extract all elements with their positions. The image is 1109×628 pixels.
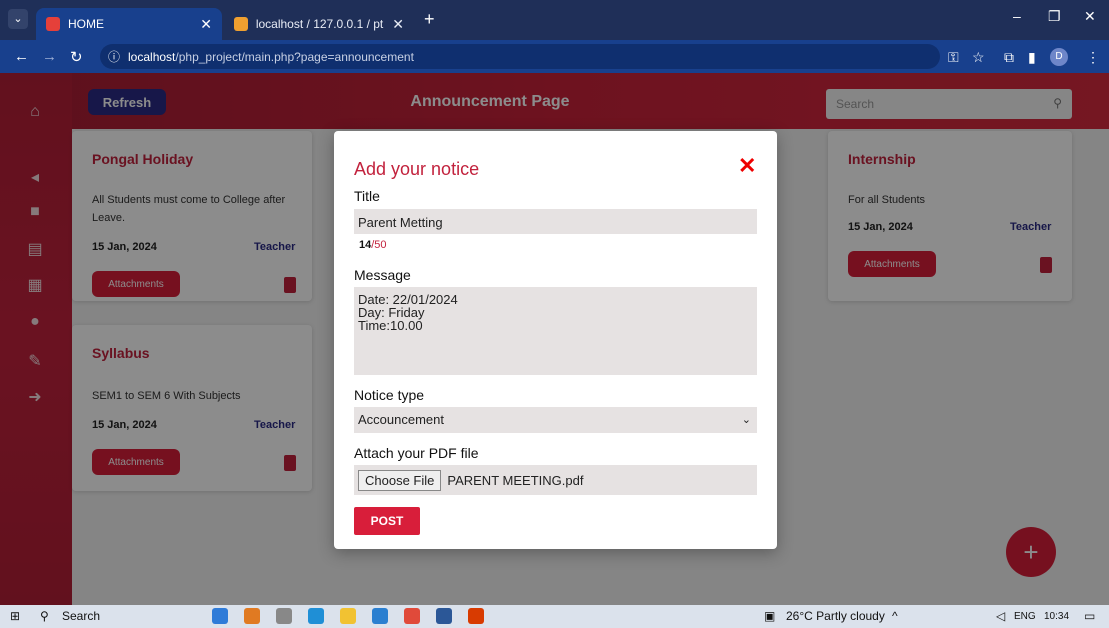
post-button[interactable]: POST [354,507,420,535]
chrome-icon[interactable] [404,608,420,624]
back-icon[interactable]: ← [14,48,29,65]
extensions-icon[interactable]: ⧉ [1004,49,1014,66]
clock[interactable]: 10:34 [1044,611,1069,622]
weather-icon[interactable]: ▣ [764,609,775,623]
phpmyadmin-favicon-icon [234,17,248,31]
app-icon[interactable] [212,608,228,624]
weather-text[interactable]: 26°C Partly cloudy [786,609,885,623]
tab-label: localhost / 127.0.0.1 / ptp / cha [255,17,384,31]
forward-icon[interactable]: → [42,48,57,65]
minimize-icon[interactable]: – [1013,8,1021,24]
char-count: 14 [359,239,372,251]
char-counter: 14/50 [359,239,387,251]
browser-tab-bar: ⌄ HOME ✕ localhost / 127.0.0.1 / ptp / c… [0,0,1109,40]
file-input[interactable]: Choose File PARENT MEETING.pdf [354,465,757,495]
language-indicator[interactable]: ENG [1014,611,1036,622]
notice-type-value: Accouncement [358,412,444,427]
address-toolbar: ← → ↻ ⓘ localhost/php_project/main.php?p… [0,40,1109,73]
tray-chevron-icon[interactable]: ^ [892,609,898,623]
taskbar-search[interactable]: Search [62,609,100,623]
bookmark-star-icon[interactable]: ☆ [972,49,985,66]
tab-search-button[interactable]: ⌄ [8,9,28,29]
url-field[interactable]: ⓘ localhost/php_project/main.php?page=an… [100,44,940,69]
notice-type-select[interactable]: Accouncement ⌄ [354,407,757,433]
reload-icon[interactable]: ↻ [70,48,83,66]
restore-icon[interactable]: ❐ [1048,8,1061,25]
os-taskbar: ⊞ ⚲ Search ▣ 26°C Partly cloudy ^ ◁ ENG … [0,605,1109,628]
char-max: /50 [371,239,387,251]
app-icon[interactable] [244,608,260,624]
close-icon[interactable]: ✕ [200,16,212,33]
tab-phpmyadmin[interactable]: localhost / 127.0.0.1 / ptp / cha ✕ [224,8,414,40]
notification-icon[interactable]: ▭ [1084,609,1095,623]
modal-title: Add your notice [354,159,480,179]
file-explorer-icon[interactable] [340,608,356,624]
tab-home[interactable]: HOME ✕ [36,8,222,40]
file-label: Attach your PDF file [354,445,479,461]
site-info-icon[interactable]: ⓘ [108,48,120,65]
close-icon[interactable]: ✕ [738,153,756,179]
url-path: /php_project/main.php?page=announcement [175,49,414,64]
new-tab-icon[interactable]: + [424,9,435,30]
url-host: localhost [128,49,176,64]
browser-menu-icon[interactable]: ⋮ [1086,49,1100,66]
app-icon[interactable] [468,608,484,624]
message-label: Message [354,267,411,283]
search-icon[interactable]: ⚲ [40,609,49,623]
message-textarea[interactable]: Date: 22/01/2024 Day: Friday Time:10.00 [354,287,757,375]
app-page: ⌂ ◂ ■ ▤ ▦ ● ✎ ➜ Refresh Announcement Pag… [0,73,1109,605]
add-notice-modal: Add your notice ✕ Title Parent Metting 1… [334,131,777,549]
store-icon[interactable] [372,608,388,624]
word-icon[interactable] [436,608,452,624]
sidepanel-icon[interactable]: ▮ [1028,49,1036,66]
edge-icon[interactable] [308,608,324,624]
windows-start-icon[interactable]: ⊞ [10,609,20,623]
window-close-icon[interactable]: ✕ [1084,8,1096,25]
chevron-down-icon: ⌄ [741,414,751,426]
choose-file-button[interactable]: Choose File [358,469,442,491]
file-name: PARENT MEETING.pdf [447,472,584,488]
volume-icon[interactable]: ◁ [996,609,1005,623]
close-icon[interactable]: ✕ [392,16,404,33]
title-input[interactable]: Parent Metting [354,209,757,234]
profile-avatar[interactable]: D [1050,48,1068,66]
tab-label: HOME [68,17,104,31]
task-view-icon[interactable] [276,608,292,624]
title-label: Title [354,188,380,204]
home-favicon-icon [46,17,60,31]
password-key-icon[interactable]: ⚿ [948,49,959,66]
notice-type-label: Notice type [354,387,425,403]
